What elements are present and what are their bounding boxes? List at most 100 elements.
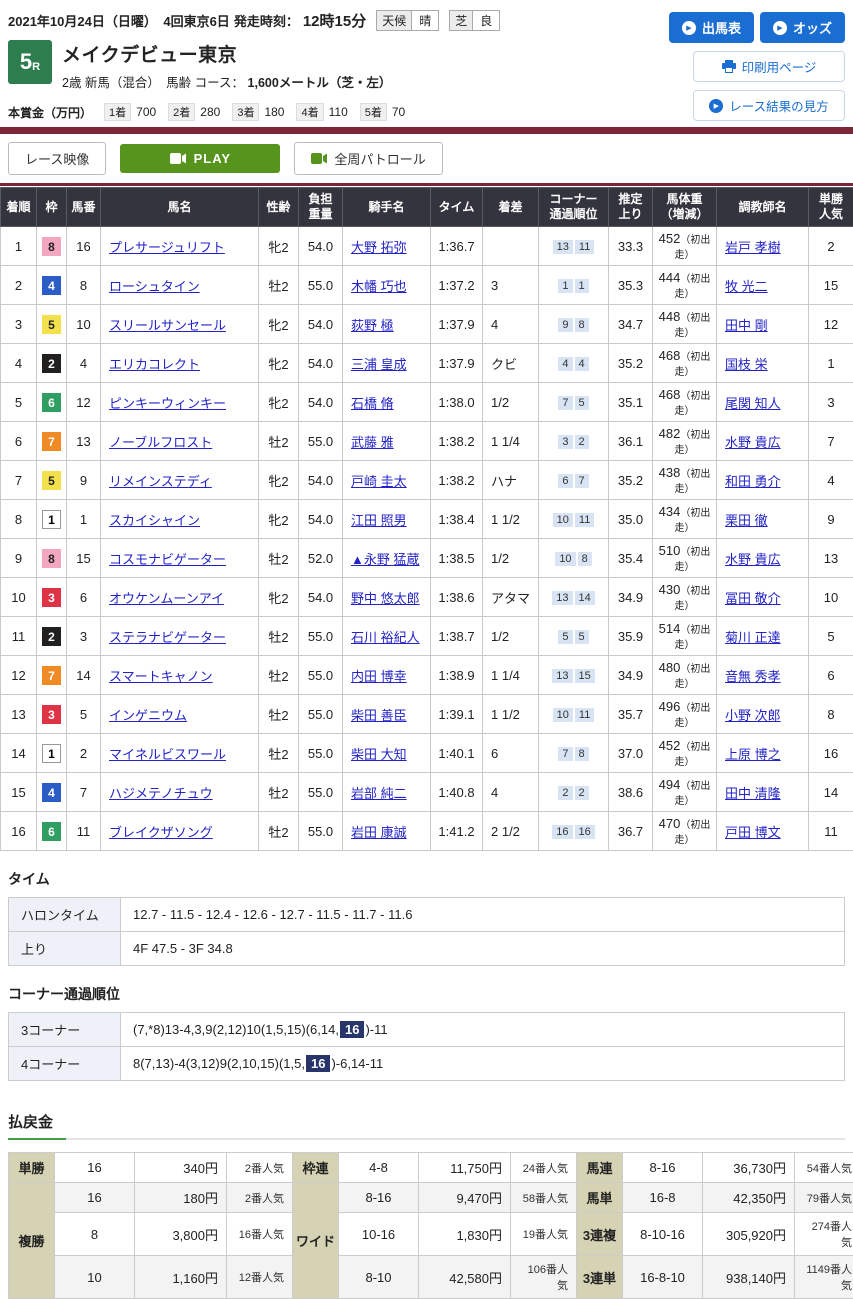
jockey-link[interactable]: 石川 裕紀人 [351, 630, 420, 645]
trainer-link[interactable]: 戸田 博文 [725, 825, 781, 840]
horse-name-link[interactable]: コスモナビゲーター [109, 552, 226, 567]
trainer-link[interactable]: 岩戸 孝樹 [725, 240, 781, 255]
sex-age: 牡2 [259, 539, 299, 578]
horse-name-link[interactable]: スマートキャノン [109, 669, 213, 684]
body-weight-note: （初出走） [675, 508, 711, 534]
trainer-link[interactable]: 田中 清隆 [725, 786, 781, 801]
horse-name-link[interactable]: マイネルビスワール [109, 747, 226, 762]
corner-position-chip: 1 [558, 279, 572, 293]
play-button[interactable]: PLAY [120, 144, 280, 173]
horse-name-link[interactable]: リメインステディ [109, 474, 212, 489]
trainer-link[interactable]: 上原 博之 [725, 747, 781, 762]
horse-name-link[interactable]: ローシュタイン [109, 279, 200, 294]
corner-position-chip: 10 [553, 513, 573, 527]
horse-name-link[interactable]: スカイシャイン [109, 513, 200, 528]
jockey-link[interactable]: 岩部 純二 [351, 786, 407, 801]
horse-name-cell: ハジメテノチュウ [101, 773, 259, 812]
margin: ハナ [483, 461, 539, 500]
results-table: 着順 枠 馬番 馬名 性齢 負担 重量 騎手名 タイム 着差 コーナー 通過順位… [0, 187, 853, 851]
entries-button[interactable]: ▶ 出馬表 [669, 12, 754, 43]
horse-name-cell: ブレイクザソング [101, 812, 259, 851]
corner-position-chip: 13 [552, 591, 572, 605]
trainer-link[interactable]: 水野 貴広 [725, 552, 781, 567]
finish-time: 1:38.9 [431, 656, 483, 695]
horse-name-link[interactable]: ノーブルフロスト [109, 435, 212, 450]
trainer-link[interactable]: 国枝 栄 [725, 357, 768, 372]
horse-name-link[interactable]: ブレイクザソング [109, 825, 213, 840]
margin: クビ [483, 344, 539, 383]
race-video-button[interactable]: レース映像 [8, 142, 106, 175]
payout-popularity: 12番人気 [227, 1256, 293, 1299]
payout-combination: 8-16 [623, 1153, 703, 1183]
jockey-link[interactable]: 荻野 極 [351, 318, 394, 333]
carried-weight: 54.0 [299, 383, 343, 422]
horse-name-link[interactable]: オウケンムーンアイ [109, 591, 224, 606]
jockey-link[interactable]: 江田 照男 [351, 513, 407, 528]
jockey-link[interactable]: 木幡 巧也 [351, 279, 407, 294]
trainer-link[interactable]: 音無 秀孝 [725, 669, 781, 684]
trainer-link[interactable]: 尾関 知人 [725, 396, 781, 411]
sex-age: 牝2 [259, 227, 299, 266]
trainer-link[interactable]: 菊川 正達 [725, 630, 781, 645]
horse-name-link[interactable]: ハジメテノチュウ [109, 786, 213, 801]
race-name: メイクデビュー東京 [62, 40, 391, 67]
body-weight-note: （初出走） [675, 313, 711, 339]
trainer-link[interactable]: 田中 剛 [725, 318, 768, 333]
jockey-link[interactable]: 岩田 康誠 [351, 825, 407, 840]
trainer-link[interactable]: 栗田 徹 [725, 513, 768, 528]
jockey-link[interactable]: 内田 博幸 [351, 669, 407, 684]
last-3f-time: 35.3 [609, 266, 653, 305]
jockey-link[interactable]: 柴田 善臣 [351, 708, 407, 723]
race-video-label: レース映像 [25, 149, 89, 168]
trainer-link[interactable]: 水野 貴広 [725, 435, 781, 450]
trainer-link[interactable]: 牧 光二 [725, 279, 768, 294]
play-button-label: PLAY [194, 151, 231, 166]
corner-position-chip: 11 [575, 708, 594, 722]
jockey-link[interactable]: 大野 拓弥 [351, 240, 407, 255]
payout-amount: 3,800円 [135, 1213, 227, 1256]
horse-number: 6 [67, 578, 101, 617]
results-guide-button[interactable]: ▶ レース結果の見方 [693, 90, 845, 121]
body-weight-cell: 452（初出走） [653, 227, 717, 266]
jockey-link[interactable]: 石橋 脩 [351, 396, 394, 411]
payout-type-bracket-quinella: 枠連 [293, 1153, 339, 1183]
margin: 6 [483, 734, 539, 773]
jockey-link[interactable]: ▲永野 猛蔵 [351, 552, 419, 567]
payout-amount: 42,350円 [703, 1183, 795, 1213]
horse-name-link[interactable]: ピンキーウィンキー [109, 396, 226, 411]
jockey-link[interactable]: 戸崎 圭太 [351, 474, 407, 489]
horse-name-link[interactable]: エリカコレクト [109, 357, 200, 372]
frame-cell: 5 [37, 305, 67, 344]
trainer-link[interactable]: 小野 次郎 [725, 708, 781, 723]
margin: 1 1/4 [483, 422, 539, 461]
jockey-link[interactable]: 武藤 雅 [351, 435, 394, 450]
payout-amount: 305,920円 [703, 1213, 795, 1256]
horse-name-link[interactable]: インゲニウム [109, 708, 187, 723]
horse-name-link[interactable]: プレサージュリフト [109, 240, 225, 255]
win-popularity: 16 [809, 734, 853, 773]
prize-money-label: 本賞金（万円） [8, 104, 92, 121]
horse-name-link[interactable]: ステラナビゲーター [109, 630, 226, 645]
finish-time: 1:39.1 [431, 695, 483, 734]
jockey-link[interactable]: 柴田 大知 [351, 747, 407, 762]
trainer-cell: 冨田 敬介 [717, 578, 809, 617]
jockey-link[interactable]: 野中 悠太郎 [351, 591, 420, 606]
horse-number: 7 [67, 773, 101, 812]
trainer-link[interactable]: 冨田 敬介 [725, 591, 781, 606]
trainer-cell: 栗田 徹 [717, 500, 809, 539]
finish-position: 1 [1, 227, 37, 266]
horse-name-link[interactable]: スリールサンセール [109, 318, 226, 333]
patrol-video-button[interactable]: 全周パトロール [294, 142, 442, 175]
horse-number: 12 [67, 383, 101, 422]
corner-table: 3コーナー (7,*8)13-4,3,9(2,12)10(1,5,15)(6,1… [8, 1012, 845, 1081]
col-time: タイム [431, 188, 483, 227]
body-weight: 496 [659, 699, 681, 714]
agari-value: 4F 47.5 - 3F 34.8 [121, 932, 845, 966]
frame-cell: 3 [37, 578, 67, 617]
print-page-button[interactable]: 印刷用ページ [693, 51, 845, 82]
odds-button[interactable]: ▶ オッズ [760, 12, 845, 43]
finish-position: 15 [1, 773, 37, 812]
jockey-link[interactable]: 三浦 皇成 [351, 357, 407, 372]
corner-position-chip: 8 [575, 318, 589, 332]
trainer-link[interactable]: 和田 勇介 [725, 474, 781, 489]
